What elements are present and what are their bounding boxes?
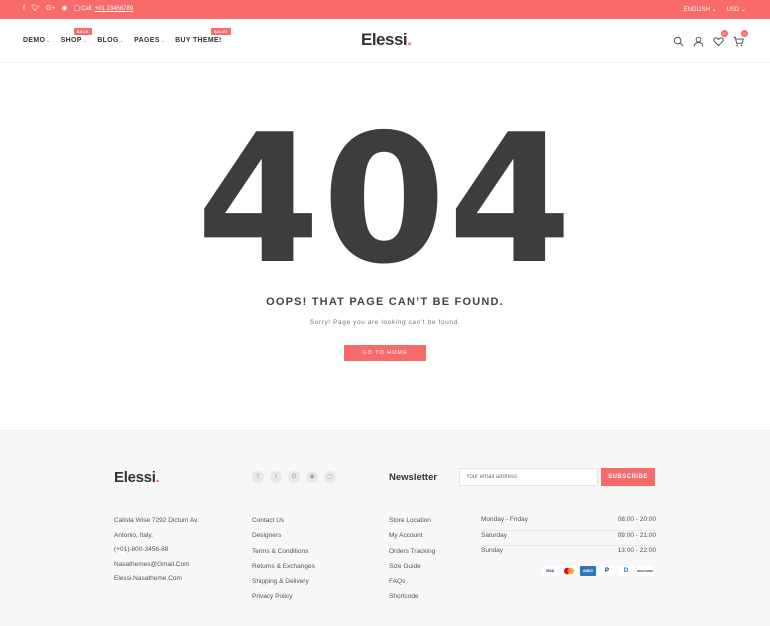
error-code: 404 [196,96,574,303]
chevron-down-icon: ⌄ [46,38,51,44]
footer-social-links: f t G ◉ ▢ [252,471,336,483]
nav-shop[interactable]: SALE SHOP⌄ [61,28,92,44]
website-link[interactable]: Elessi.Nasatheme.Com [114,574,199,589]
chevron-down-icon: ⌄ [160,38,166,44]
payment-methods: VISA AMEX P D DISCOVER [542,566,653,576]
newsletter-title: Newsletter [389,472,438,483]
phone-number: (+01)-800-3456-88 [114,546,169,553]
hours-row: Monday - Friday 08:00 - 20:00 [481,515,656,531]
nav-blog[interactable]: BLOG⌄ [97,37,124,44]
call-label: Call: [81,6,94,12]
subscribe-button[interactable]: SUBSCRIBE [601,468,655,486]
header-icons: 0 0 [673,30,748,47]
language-select[interactable]: ENGLISH ⌄ [684,6,717,13]
wishlist-count: 0 [721,30,728,37]
nav-demo[interactable]: DEMO⌄ [23,37,51,44]
footer-link[interactable]: Contact Us [252,516,315,531]
currency-select[interactable]: USD ⌄ [727,6,746,13]
footer-logo[interactable]: Elessi. [114,469,160,486]
chevron-down-icon: ⌄ [82,38,88,44]
hours-row: Saturday 09:00 - 21:00 [481,531,656,546]
visa-icon: VISA [542,566,558,576]
twitter-icon[interactable]: t [270,471,282,483]
chevron-down-icon: ⌄ [119,38,125,44]
user-icon[interactable] [693,34,704,47]
footer-link[interactable]: Shipping & Delivery [252,577,315,592]
newsletter-email-input[interactable] [459,468,598,486]
email-address[interactable]: Nasathemes@Gmail.Com [114,560,199,575]
cart-count: 0 [741,30,748,37]
facebook-icon[interactable]: f [252,471,264,483]
instagram-icon[interactable]: ▢ [324,471,336,483]
instagram-icon[interactable]: ▢ [74,5,81,13]
footer-link[interactable]: Designers [252,531,315,546]
pinterest-icon[interactable]: ◉ [61,5,67,13]
pinterest-icon[interactable]: ◉ [306,471,318,483]
hours-row: Sunday 13:00 - 22:00 [481,547,656,554]
address-line-1: Calista Wise 7292 Dictum Av. [114,517,199,524]
site-logo[interactable]: Elessi. [361,30,412,50]
discover-icon: DISCOVER [637,566,653,576]
diners-club-icon: D [618,566,634,576]
wishlist-icon[interactable]: 0 [713,30,728,47]
mastercard-icon [561,566,577,576]
footer-links-account: Store Location My Account Orders Trackin… [389,516,435,608]
error-subtitle: Sorry! Page you are looking can’t be fou… [309,319,461,326]
footer-link[interactable]: Privacy Policy [252,592,315,607]
facebook-icon[interactable]: f [23,5,25,13]
sale-badge: SALE [73,28,92,35]
opening-hours: Monday - Friday 08:00 - 20:00 Saturday 09:… [481,515,656,562]
go-home-button[interactable]: GO TO HOME [344,345,426,361]
phone-link[interactable]: +01 23456789 [95,6,134,12]
footer-link[interactable]: FAQs [389,577,435,592]
nav-buy-theme[interactable]: SALE! BUY THEME! [175,28,231,44]
footer-link[interactable]: Shortcode [389,592,435,607]
error-title: OOPS! THAT PAGE CAN’T BE FOUND. [266,296,504,308]
search-icon[interactable] [673,34,684,47]
twitter-icon[interactable]: 🐦︎ [31,5,40,13]
site-header: DEMO⌄ SALE SHOP⌄ BLOG⌄ PAGES⌄ SALE! BUY TH… [0,19,770,63]
footer-link[interactable]: Returns & Exchanges [252,562,315,577]
amex-icon: AMEX [580,566,596,576]
footer-link[interactable]: Terms & Conditions [252,547,315,562]
paypal-icon: P [599,566,615,576]
footer-link[interactable]: Orders Tracking [389,547,435,562]
address-line-2: Antonio, Italy. [114,531,153,539]
footer-link[interactable]: Size Guide [389,562,435,577]
google-plus-icon[interactable]: G+ [46,5,56,13]
footer-link[interactable]: My Account [389,531,435,546]
site-footer: Elessi. f t G ◉ ▢ Newsletter SUBSCRIBE C… [0,430,770,626]
call-info: Call: +01 23456789 [81,6,133,12]
cart-icon[interactable]: 0 [733,30,748,47]
footer-links-info: Contact Us Designers Terms & Conditions … [252,516,315,608]
footer-contact: Calista Wise 7292 Dictum Av. Antonio, It… [114,516,199,589]
top-bar: f 🐦︎ G+ ◉ ▢ Call: +01 23456789 ENGLISH ⌄… [0,0,770,19]
sale-badge: SALE! [211,28,231,35]
main-nav: DEMO⌄ SALE SHOP⌄ BLOG⌄ PAGES⌄ SALE! BUY TH… [23,28,231,44]
footer-link[interactable]: Store Location [389,516,435,531]
social-links: f 🐦︎ G+ ◉ ▢ [23,5,80,13]
google-plus-icon[interactable]: G [288,471,300,483]
nav-pages[interactable]: PAGES⌄ [134,37,165,44]
